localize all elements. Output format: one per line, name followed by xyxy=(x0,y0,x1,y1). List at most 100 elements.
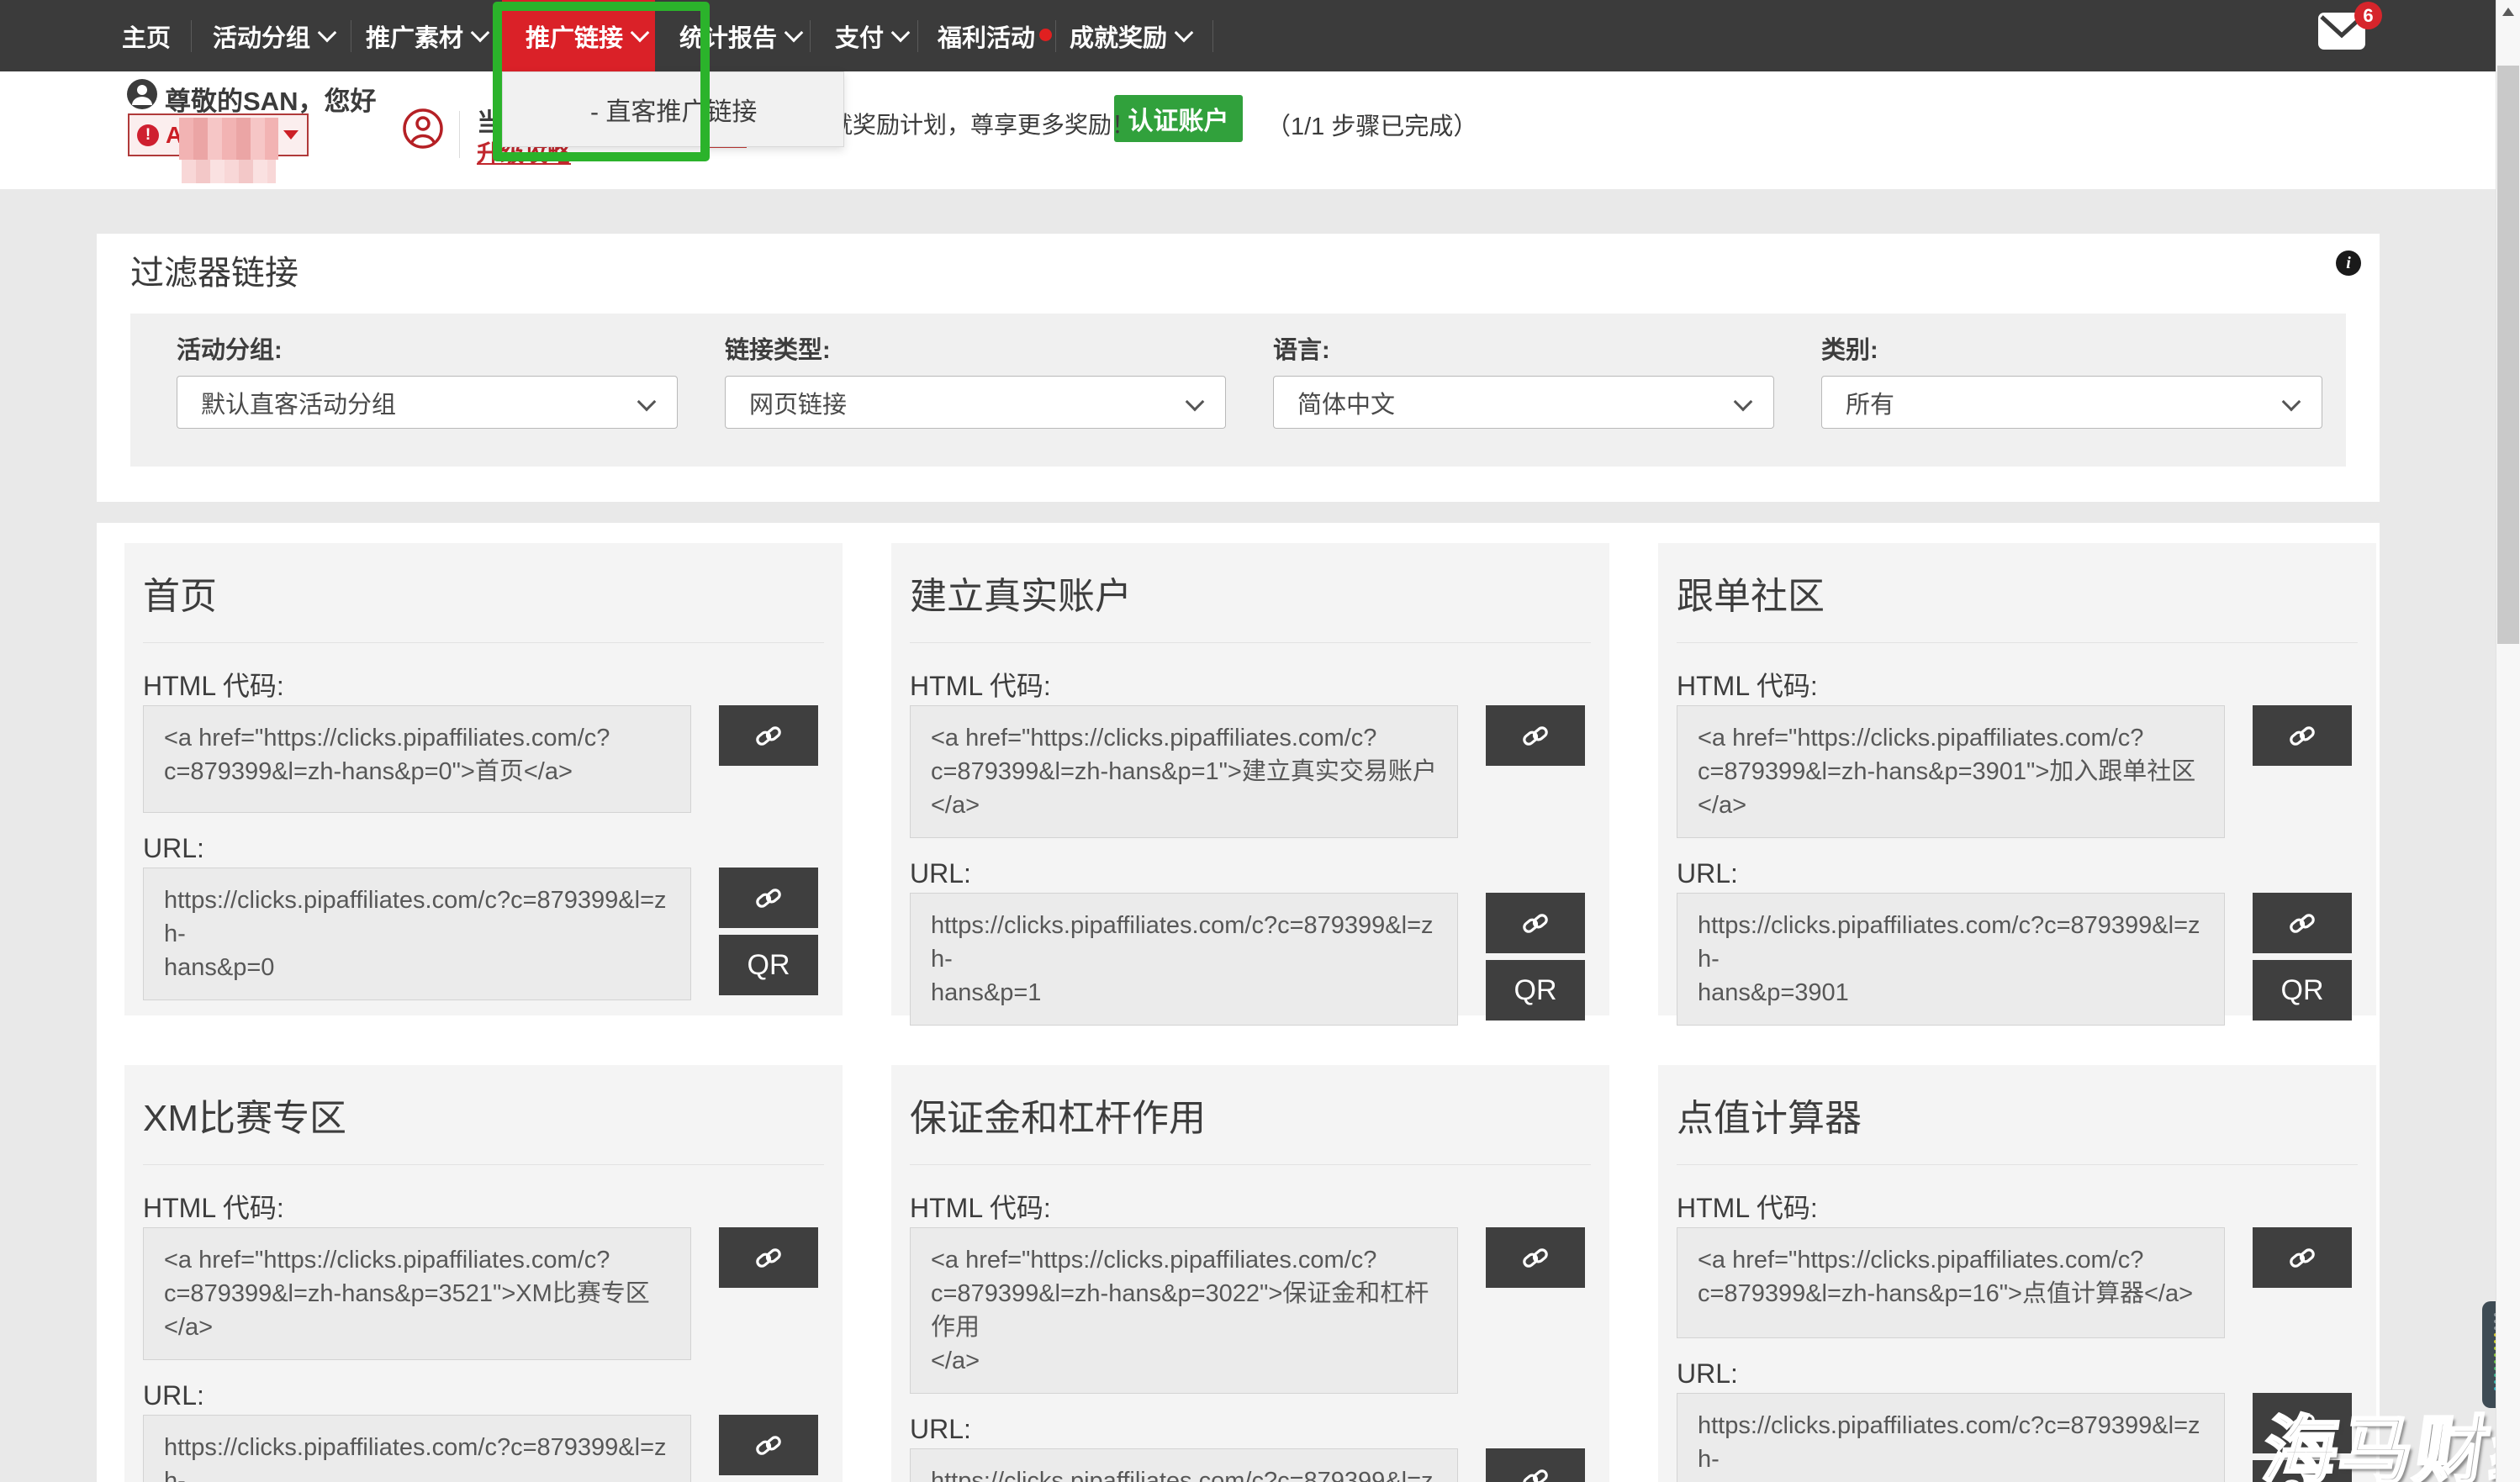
html-code-box[interactable]: <a href="https://clicks.pipaffiliates.co… xyxy=(143,1227,691,1360)
copy-url-button[interactable] xyxy=(1486,1448,1585,1482)
url-label: URL: xyxy=(910,858,1591,889)
nav-item-achievements[interactable]: 成就奖励 xyxy=(1070,0,1191,71)
divider xyxy=(1677,642,2358,643)
qr-button[interactable]: QR xyxy=(1486,960,1585,1021)
chevron-down-icon xyxy=(318,23,337,42)
current-level-label: 当 xyxy=(477,102,502,139)
link-icon xyxy=(1521,1243,1550,1272)
html-code-label: HTML 代码: xyxy=(910,671,1591,701)
copy-url-button[interactable] xyxy=(1486,893,1585,953)
divider xyxy=(910,1164,1591,1165)
url-box[interactable]: https://clicks.pipaffiliates.com/c?c=879… xyxy=(143,1415,691,1482)
html-code-box[interactable]: <a href="https://clicks.pipaffiliates.co… xyxy=(910,1227,1458,1394)
nav-item-label: 支付 xyxy=(835,18,884,54)
filter-label: 链接类型: xyxy=(725,330,1226,366)
copy-url-button[interactable] xyxy=(2253,893,2352,953)
link-icon xyxy=(754,721,783,750)
panel-title: 过滤器链接 xyxy=(130,245,298,294)
html-code-box[interactable]: <a href="https://clicks.pipaffiliates.co… xyxy=(910,705,1458,838)
chevron-down-icon xyxy=(637,393,657,412)
nav-item-campaign-groups[interactable]: 活动分组 xyxy=(213,0,334,71)
nav-item-home[interactable]: 主页 xyxy=(122,0,171,71)
filter-field-link-type: 链接类型: 网页链接 xyxy=(725,314,1226,429)
chevron-down-icon xyxy=(1175,23,1194,42)
nav-separator xyxy=(191,20,192,52)
copy-html-button[interactable] xyxy=(719,705,818,766)
chevron-down-icon xyxy=(1186,393,1205,412)
url-box[interactable]: https://clicks.pipaffiliates.com/c?c=879… xyxy=(910,1448,1458,1482)
card-title: 跟单社区 xyxy=(1677,543,2358,620)
filter-label: 语言: xyxy=(1273,330,1774,366)
link-icon xyxy=(754,883,783,912)
menu-item-direct-promo-link[interactable]: - 直客推广链接 xyxy=(590,72,757,146)
qr-button[interactable]: QR xyxy=(2253,960,2352,1021)
messages-button[interactable]: 6 xyxy=(2317,12,2393,59)
nav-separator xyxy=(810,20,811,52)
nav-item-promo-links-active[interactable]: 推广链接 xyxy=(526,0,647,71)
link-icon xyxy=(2288,721,2317,750)
nav-item-promo-materials[interactable]: 推广素材 xyxy=(366,0,487,71)
chevron-down-icon xyxy=(1734,393,1753,412)
link-card: 保证金和杠杆作用 HTML 代码: <a href="https://click… xyxy=(891,1065,1609,1482)
copy-html-button[interactable] xyxy=(1486,1227,1585,1288)
link-icon xyxy=(2288,1409,2317,1437)
divider xyxy=(459,111,460,158)
info-icon[interactable]: i xyxy=(2336,251,2361,276)
filter-strip: 活动分组: 默认直客活动分组 链接类型: 网页链接 语言: 简体中文 xyxy=(130,314,2346,467)
url-box[interactable]: https://clicks.pipaffiliates.com/c?c=879… xyxy=(1677,1393,2225,1482)
copy-url-button[interactable] xyxy=(719,1415,818,1475)
filter-label: 活动分组: xyxy=(177,330,678,366)
category-select[interactable]: 所有 xyxy=(1821,376,2322,429)
copy-html-button[interactable] xyxy=(2253,705,2352,766)
top-navbar: 主页 活动分组 推广素材 推广链接 统计报告 支付 福利活动 成就奖励 xyxy=(0,0,2520,71)
scrollbar-thumb[interactable] xyxy=(2497,66,2519,644)
qr-button[interactable]: QR xyxy=(2253,1460,2352,1482)
url-box[interactable]: https://clicks.pipaffiliates.com/c?c=879… xyxy=(143,868,691,1000)
divider xyxy=(143,642,824,643)
card-title: 首页 xyxy=(143,543,824,620)
chevron-down-icon xyxy=(2282,393,2301,412)
html-code-label: HTML 代码: xyxy=(143,671,824,701)
scrollbar[interactable] xyxy=(2496,0,2520,1482)
nav-separator xyxy=(1055,20,1056,52)
copy-html-button[interactable] xyxy=(1486,705,1585,766)
html-code-box[interactable]: <a href="https://clicks.pipaffiliates.co… xyxy=(143,705,691,813)
user-icon xyxy=(126,78,158,110)
link-card: 点值计算器 HTML 代码: <a href="https://clicks.p… xyxy=(1658,1065,2376,1482)
divider xyxy=(1677,1164,2358,1165)
copy-html-button[interactable] xyxy=(2253,1227,2352,1288)
card-title: 点值计算器 xyxy=(1677,1065,2358,1142)
mail-badge: 6 xyxy=(2354,2,2382,29)
link-card: 跟单社区 HTML 代码: <a href="https://clicks.pi… xyxy=(1658,543,2376,1015)
url-box[interactable]: https://clicks.pipaffiliates.com/c?c=879… xyxy=(910,893,1458,1026)
copy-html-button[interactable] xyxy=(719,1227,818,1288)
html-code-box[interactable]: <a href="https://clicks.pipaffiliates.co… xyxy=(1677,705,2225,838)
copy-url-button[interactable] xyxy=(2253,1393,2352,1453)
campaign-group-select[interactable]: 默认直客活动分组 xyxy=(177,376,678,429)
scroll-up-arrow-icon[interactable] xyxy=(2502,8,2514,16)
nav-item-label: 成就奖励 xyxy=(1070,18,1167,54)
select-value: 所有 xyxy=(1846,385,1894,420)
nav-item-label: 活动分组 xyxy=(213,18,310,54)
notification-dot xyxy=(1039,29,1052,41)
copy-url-button[interactable] xyxy=(719,868,818,928)
nav-item-statistics[interactable]: 统计报告 xyxy=(679,0,800,71)
filter-field-language: 语言: 简体中文 xyxy=(1273,314,1774,429)
url-label: URL: xyxy=(1677,858,2358,889)
links-cards-panel: 首页 HTML 代码: <a href="https://clicks.pipa… xyxy=(97,523,2380,1482)
html-code-label: HTML 代码: xyxy=(143,1193,824,1223)
language-select[interactable]: 简体中文 xyxy=(1273,376,1774,429)
nav-item-label: 推广素材 xyxy=(366,18,463,54)
link-card: 首页 HTML 代码: <a href="https://clicks.pipa… xyxy=(124,543,843,1015)
nav-item-payment[interactable]: 支付 xyxy=(835,0,907,71)
filter-field-campaign-group: 活动分组: 默认直客活动分组 xyxy=(177,314,678,429)
url-box[interactable]: https://clicks.pipaffiliates.com/c?c=879… xyxy=(1677,893,2225,1026)
promo-text: 成就奖励计划，尊享更多奖励！ xyxy=(806,107,1135,140)
link-type-select[interactable]: 网页链接 xyxy=(725,376,1226,429)
caret-down-icon xyxy=(283,130,298,140)
greeting-text: 尊敬的SAN，您好 xyxy=(165,80,376,118)
html-code-box[interactable]: <a href="https://clicks.pipaffiliates.co… xyxy=(1677,1227,2225,1338)
qr-button[interactable]: QR xyxy=(719,935,818,995)
nav-item-benefits[interactable]: 福利活动 xyxy=(938,0,1035,71)
steps-completed-text: （1/1 步骤已完成） xyxy=(1266,107,1477,142)
